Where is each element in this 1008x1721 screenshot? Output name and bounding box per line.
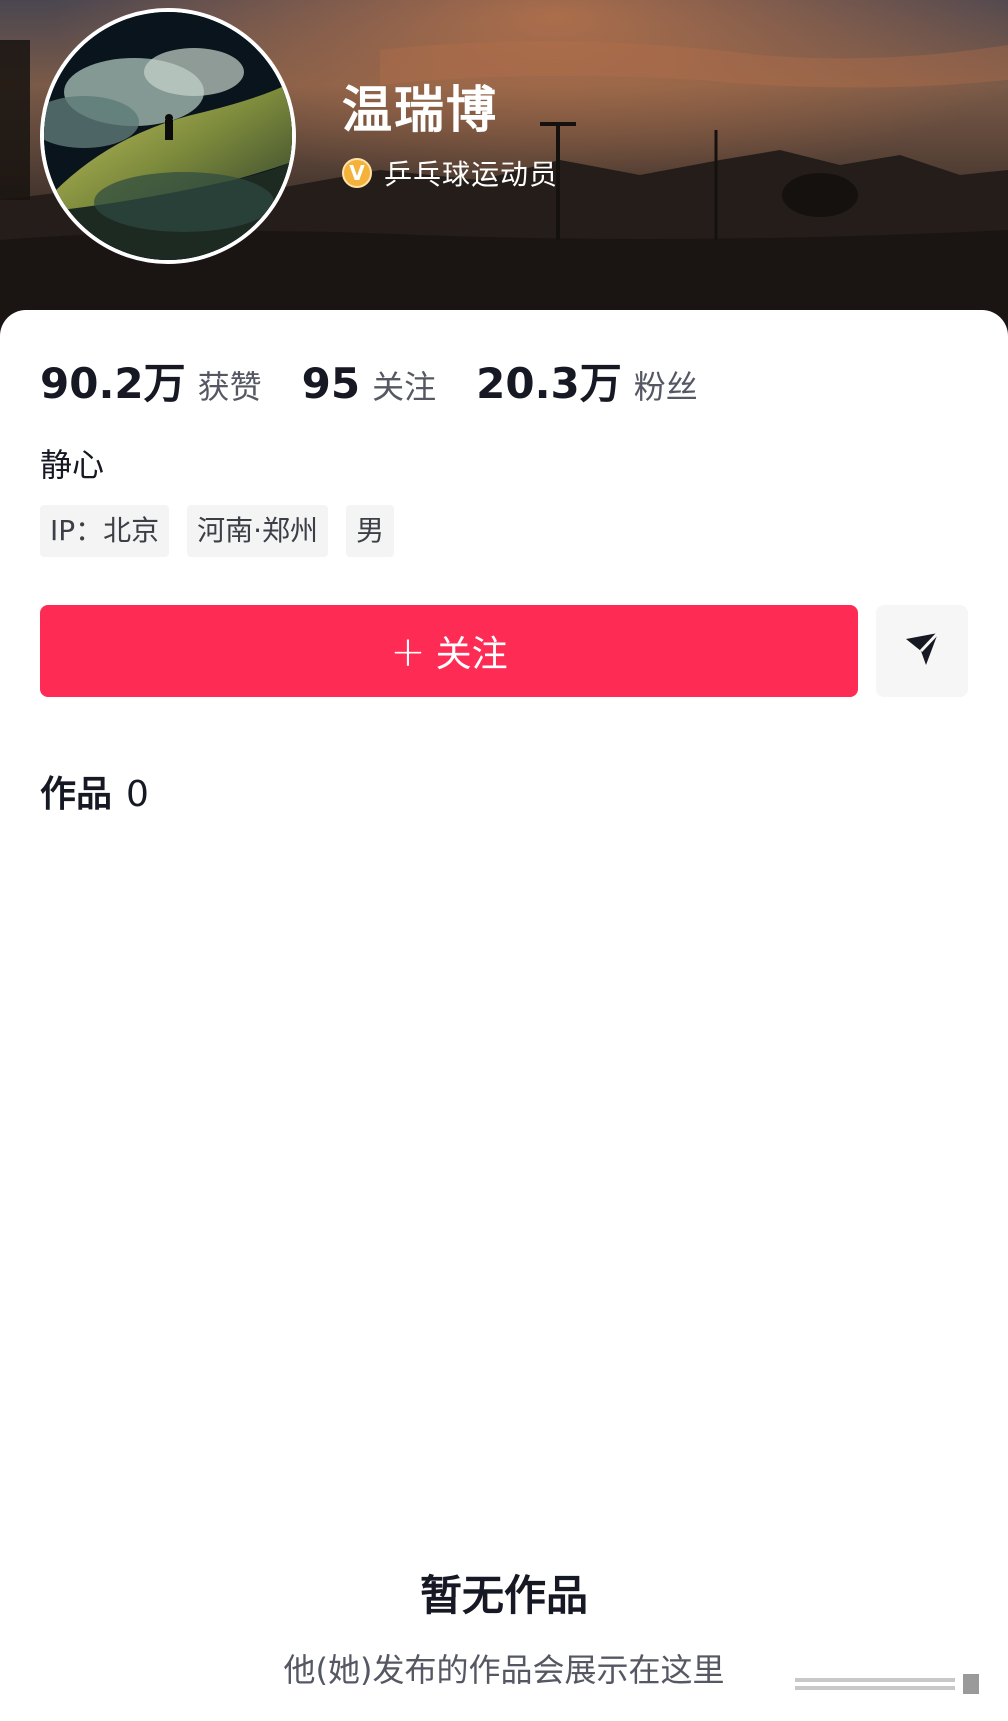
tag-hometown: 河南·郑州 <box>187 505 329 557</box>
stat-following[interactable]: 95 关注 <box>302 359 436 408</box>
stat-followers[interactable]: 20.3万 粉丝 <box>476 350 698 411</box>
works-label: 作品 <box>40 774 113 815</box>
profile-name: 温瑞博 <box>342 81 498 139</box>
tag-gender: 男 <box>346 505 395 557</box>
share-button[interactable] <box>876 605 968 697</box>
profile-card: 90.2万 获赞 95 关注 20.3万 粉丝 静心 IP：北京 河南·郑州 男… <box>0 310 1008 1721</box>
tag-ip-location: IP：北京 <box>40 505 170 557</box>
profile-bio: 静心 <box>40 446 105 484</box>
avatar[interactable] <box>40 8 296 264</box>
stat-likes-label: 获赞 <box>197 368 262 406</box>
works-count: 0 <box>126 774 149 815</box>
stat-followers-value: 20.3万 <box>476 359 622 408</box>
verification-row: V 乒乓球运动员 <box>342 155 558 191</box>
stat-following-label: 关注 <box>372 368 437 406</box>
verified-v-icon: V <box>342 158 372 188</box>
empty-state-title: 暂无作品 <box>419 1571 588 1620</box>
follow-button-label: 关注 <box>435 634 508 675</box>
stats-row: 90.2万 获赞 95 关注 20.3万 粉丝 <box>40 350 738 410</box>
watermark-logo <box>795 1668 985 1698</box>
stat-following-value: 95 <box>301 359 361 408</box>
verification-label: 乒乓球运动员 <box>384 158 559 191</box>
follow-button[interactable]: + 关注 <box>40 605 858 697</box>
stat-likes[interactable]: 90.2万 获赞 <box>40 350 262 411</box>
tab-works[interactable]: 作品 0 <box>40 765 149 817</box>
profile-tags: IP：北京 河南·郑州 男 <box>40 505 412 557</box>
profile-page: 温瑞博 V 乒乓球运动员 90.2万 获赞 95 关注 20.3万 粉丝 静心 … <box>0 0 1008 1721</box>
send-icon <box>902 629 942 673</box>
stat-followers-label: 粉丝 <box>633 368 698 406</box>
stat-likes-value: 90.2万 <box>40 359 186 408</box>
plus-icon: + <box>390 626 426 676</box>
